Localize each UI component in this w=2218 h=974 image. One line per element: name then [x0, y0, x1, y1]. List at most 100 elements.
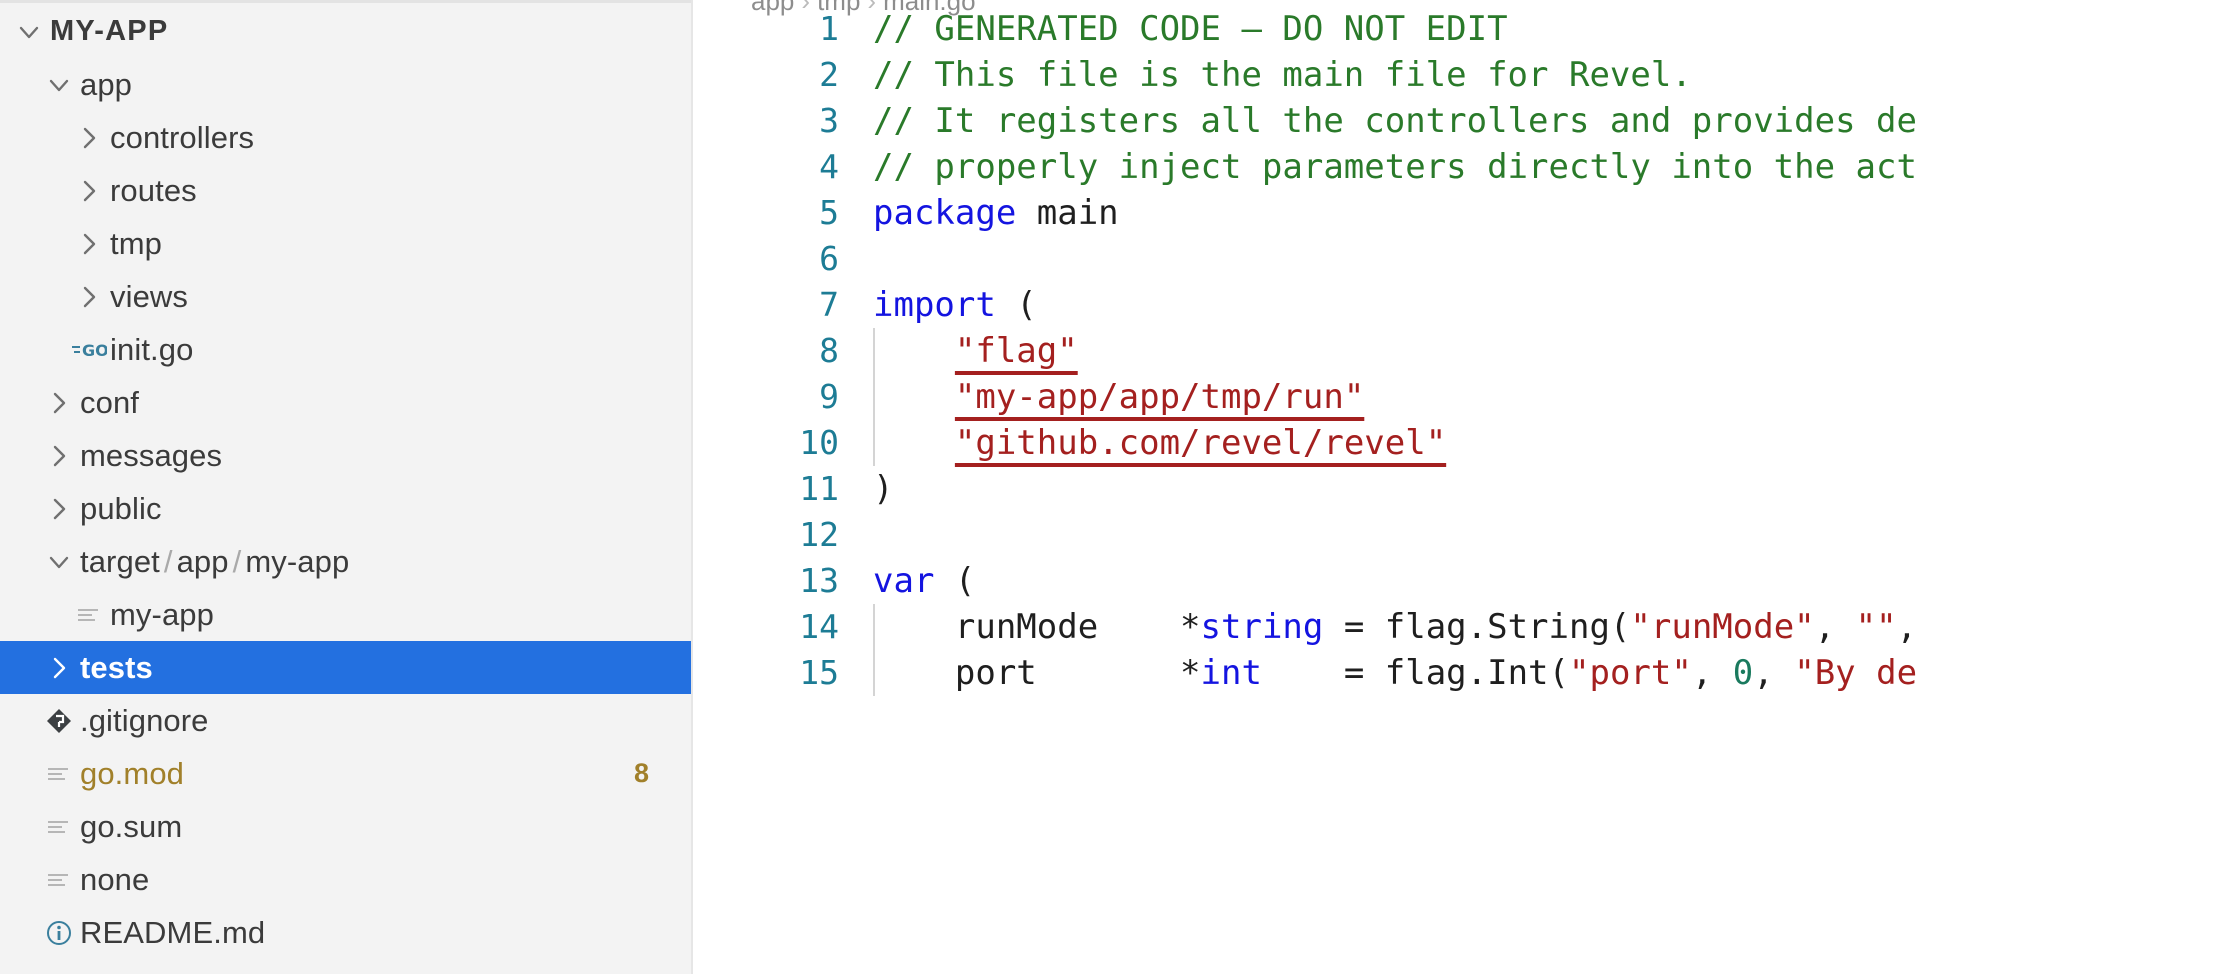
tree-folder-views[interactable]: views — [0, 270, 693, 323]
code-token: // GENERATED CODE – DO NOT EDIT — [873, 9, 1508, 49]
tree-folder-target-app-my-app[interactable]: target / app / my-app — [0, 535, 693, 588]
code-line-text: // This file is the main file for Revel. — [873, 52, 2218, 98]
indent-guide — [873, 420, 875, 466]
tree-item-label: tmp — [110, 225, 162, 261]
tree-folder-app[interactable]: app — [0, 58, 693, 111]
code-token: "port" — [1569, 653, 1692, 693]
chevron-right-icon[interactable] — [38, 653, 80, 683]
tree-item-label: routes — [110, 172, 197, 208]
code-line[interactable]: 7 import ( — [693, 282, 2218, 328]
code-token: "By de — [1794, 653, 1918, 693]
code-token: , — [1814, 607, 1856, 647]
code-token: "flag" — [954, 331, 1078, 371]
code-line-text: import ( — [873, 282, 2218, 328]
code-token: "" — [1855, 607, 1897, 647]
code-line[interactable]: 1 // GENERATED CODE – DO NOT EDIT — [693, 6, 2218, 52]
code-line[interactable]: 14 runMode *string = flag.String("runMod… — [693, 604, 2218, 650]
line-number: 8 — [819, 331, 839, 370]
tree-file-my-app[interactable]: my-app — [0, 588, 693, 641]
code-line-text: // GENERATED CODE – DO NOT EDIT — [873, 6, 2218, 52]
chevron-right-icon[interactable] — [68, 229, 110, 259]
code-line[interactable]: 9 "my-app/app/tmp/run" — [693, 374, 2218, 420]
code-line-text: "github.com/revel/revel" — [873, 420, 2218, 466]
code-line[interactable]: 5 package main — [693, 190, 2218, 236]
tree-file-go-mod[interactable]: go.mod 8 — [0, 747, 693, 800]
indent-guide — [873, 374, 875, 420]
code-token: * — [1180, 653, 1201, 693]
code-line[interactable]: 4 // properly inject parameters directly … — [693, 144, 2218, 190]
code-line[interactable]: 2 // This file is the main file for Revel… — [693, 52, 2218, 98]
chevron-down-icon[interactable] — [38, 70, 80, 100]
code-line-text: "flag" — [873, 328, 2218, 374]
tree-item-label: init.go — [110, 331, 194, 367]
file-tree: MY-APP app controllers routes tmp views GO init… — [0, 5, 693, 959]
tree-folder-my-app[interactable]: MY-APP — [0, 5, 693, 58]
line-number: 13 — [799, 561, 839, 600]
indent-guide — [873, 650, 875, 696]
code-token: string — [1200, 607, 1324, 647]
tree-file--gitignore[interactable]: .gitignore — [0, 694, 693, 747]
tree-folder-tmp[interactable]: tmp — [0, 217, 693, 270]
code-line[interactable]: 3 // It registers all the controllers and… — [693, 98, 2218, 144]
code-token: package — [873, 193, 1017, 233]
code-line[interactable]: 8 "flag" — [693, 328, 2218, 374]
tree-folder-routes[interactable]: routes — [0, 164, 693, 217]
chevron-right-icon[interactable] — [68, 123, 110, 153]
code-token: // This file is the main file for Revel. — [873, 55, 1692, 95]
code-token: 0 — [1732, 653, 1754, 693]
tree-folder-public[interactable]: public — [0, 482, 693, 535]
code-line[interactable]: 10 "github.com/revel/revel" — [693, 420, 2218, 466]
code-line[interactable]: 15 port *int = flag.Int("port", 0, "By d… — [693, 650, 2218, 696]
vscode-window: MY-APP app controllers routes tmp views GO init… — [0, 0, 2218, 974]
tree-folder-tests[interactable]: tests — [0, 641, 693, 694]
tree-item-label: .gitignore — [80, 702, 209, 738]
line-number: 11 — [799, 469, 839, 508]
tree-file-readme-md[interactable]: README.md — [0, 906, 693, 959]
code-line[interactable]: 13 var ( — [693, 558, 2218, 604]
tree-item-label: target / app / my-app — [80, 543, 350, 579]
line-number: 12 — [799, 515, 839, 554]
line-number: 1 — [819, 9, 839, 48]
explorer-sidebar: MY-APP app controllers routes tmp views GO init… — [0, 0, 693, 974]
tree-item-label: README.md — [80, 914, 266, 950]
tree-item-label: tests — [80, 649, 153, 685]
tree-file-go-sum[interactable]: go.sum — [0, 800, 693, 853]
chevron-right-icon[interactable] — [68, 282, 110, 312]
line-number: 3 — [819, 101, 839, 140]
line-number: 10 — [799, 423, 839, 462]
chevron-right-icon[interactable] — [38, 388, 80, 418]
chevron-right-icon[interactable] — [38, 441, 80, 471]
code-line-text: var ( — [873, 558, 2218, 604]
code-token: "runMode" — [1630, 607, 1815, 647]
code-line[interactable]: 11) — [693, 466, 2218, 512]
tree-folder-conf[interactable]: conf — [0, 376, 693, 429]
line-number: 15 — [799, 653, 839, 692]
generic-file-icon — [38, 865, 80, 895]
tree-item-badge: 8 — [633, 758, 649, 788]
tree-item-label: my-app — [110, 596, 214, 632]
code-token: = flag.Int( — [1261, 653, 1569, 693]
info-file-icon — [38, 918, 80, 948]
tree-folder-controllers[interactable]: controllers — [0, 111, 693, 164]
chevron-down-icon[interactable] — [8, 17, 50, 47]
indent-guide — [873, 328, 875, 374]
generic-file-icon — [68, 600, 110, 630]
line-number: 9 — [819, 377, 839, 416]
code-token: , — [1691, 653, 1733, 693]
code-line[interactable]: 12 — [693, 512, 2218, 558]
tree-folder-messages[interactable]: messages — [0, 429, 693, 482]
code-line[interactable]: 6 — [693, 236, 2218, 282]
tree-file-init-go[interactable]: GO init.go — [0, 323, 693, 376]
code-line-text: package main — [873, 190, 2218, 236]
tree-item-label: none — [80, 861, 150, 897]
chevron-right-icon[interactable] — [38, 494, 80, 524]
code-token: ) — [873, 469, 894, 509]
code-content[interactable]: 1 // GENERATED CODE – DO NOT EDIT 2 // This… — [693, 6, 2218, 974]
tree-file-none[interactable]: none — [0, 853, 693, 906]
chevron-down-icon[interactable] — [38, 547, 80, 577]
code-token: "my-app/app/tmp/run" — [954, 377, 1365, 417]
code-token: "github.com/revel/revel" — [954, 423, 1447, 463]
chevron-right-icon[interactable] — [68, 176, 110, 206]
